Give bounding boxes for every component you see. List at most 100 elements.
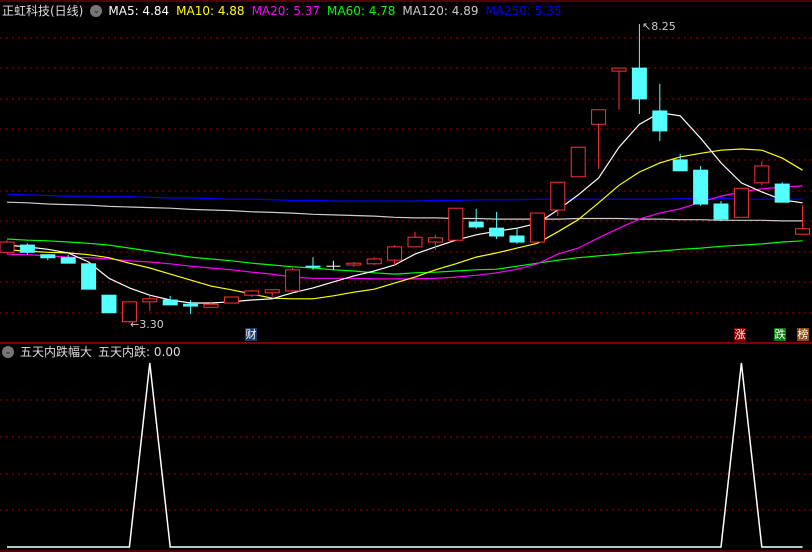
candle	[407, 231, 423, 248]
candle-body	[244, 290, 260, 296]
candle-body	[611, 67, 627, 72]
ma120-line	[6, 201, 803, 222]
candle-body	[550, 181, 566, 211]
candle-body	[795, 228, 811, 235]
candlesticks[interactable]	[0, 24, 811, 323]
candle-body	[448, 207, 464, 241]
candle-body	[0, 241, 15, 253]
candle-body	[468, 221, 484, 228]
candle	[101, 294, 117, 314]
candle	[652, 83, 668, 142]
candle-body	[346, 262, 362, 266]
candle	[366, 257, 382, 265]
indicator-pane	[7, 362, 803, 548]
candle-body	[162, 299, 178, 306]
candle	[733, 187, 749, 218]
ma120-label: MA120: 4.89	[402, 4, 479, 18]
chevron-down-icon[interactable]: ⌄	[90, 5, 103, 17]
ma60-line	[6, 238, 803, 275]
candle-body	[40, 254, 56, 259]
ma10-label: MA10: 4.88	[176, 4, 245, 18]
candle-body	[407, 236, 423, 248]
finance-tag[interactable]: 财	[245, 328, 257, 341]
candle-body	[693, 169, 709, 205]
ma10-line	[6, 148, 803, 300]
candle	[40, 254, 56, 261]
indicator-line	[7, 362, 803, 548]
candle-body	[101, 294, 117, 314]
candle	[0, 240, 15, 255]
candle-body	[489, 227, 505, 237]
candle-body	[631, 67, 647, 100]
rise-rank-tag[interactable]: 涨	[734, 328, 746, 341]
candle-body	[60, 257, 76, 264]
ma250-label: MA250: 5.35	[485, 4, 562, 18]
candle	[713, 200, 729, 221]
candle	[448, 207, 464, 241]
candle	[326, 260, 341, 270]
candle	[162, 295, 178, 306]
candle	[81, 263, 97, 290]
candle	[529, 212, 545, 243]
candle-body	[81, 263, 97, 290]
candle	[509, 228, 525, 244]
candle-body	[264, 289, 280, 294]
ma60-label: MA60: 4.78	[327, 4, 396, 18]
candle	[19, 243, 35, 255]
candle-body	[652, 110, 668, 132]
candle	[693, 165, 709, 206]
candle-body	[591, 109, 607, 125]
candle-body	[754, 165, 770, 184]
candle	[346, 261, 362, 267]
high-price-annotation: ↖8.25	[642, 20, 676, 33]
ma20-line	[6, 185, 803, 280]
candle	[285, 268, 301, 292]
moving-averages	[6, 112, 803, 304]
candle	[774, 182, 790, 203]
candle-body	[570, 146, 586, 178]
candle-body	[366, 258, 382, 265]
indicator-value: 五天内跌: 0.00	[98, 345, 181, 359]
chart-header: 正虹科技(日线) ⌄ MA5: 4.84 MA10: 4.88 MA20: 5.…	[2, 3, 569, 19]
candle	[795, 205, 811, 235]
ma250-line	[6, 193, 803, 202]
candle-body	[713, 203, 729, 220]
candle	[60, 254, 76, 264]
fall-rank-tag[interactable]: 跌	[774, 328, 786, 341]
candle-body	[183, 303, 199, 307]
candle	[223, 296, 239, 304]
candle	[264, 289, 280, 298]
candle	[754, 161, 770, 186]
candle-body	[305, 265, 321, 268]
candle-body	[672, 159, 688, 172]
candle-body	[19, 244, 35, 253]
candle	[489, 211, 505, 240]
candle-body	[509, 235, 525, 243]
grid-lines	[0, 0, 812, 552]
chevron-down-icon[interactable]: ⌄	[2, 346, 14, 358]
ma20-label: MA20: 5.37	[251, 4, 320, 18]
candle	[427, 234, 443, 250]
high-price: 8.25	[651, 20, 676, 33]
candle	[591, 109, 607, 169]
rank-tag[interactable]: 榜	[797, 328, 809, 341]
stock-chart[interactable]	[0, 0, 812, 552]
candle-body	[285, 269, 301, 292]
stock-title: 正虹科技(日线)	[2, 4, 84, 18]
indicator-title: 五天内跌幅大	[20, 345, 93, 359]
candle-body	[142, 298, 158, 303]
ma5-label: MA5: 4.84	[108, 4, 170, 18]
candle-body	[427, 237, 443, 243]
candle-body	[733, 187, 749, 218]
candle	[570, 146, 586, 178]
low-price-annotation: ←3.30	[130, 318, 164, 331]
candle-body	[203, 303, 219, 308]
candle	[631, 24, 647, 114]
candle-body	[387, 246, 403, 261]
candle	[244, 289, 260, 298]
candle	[142, 295, 158, 311]
low-price: 3.30	[139, 318, 164, 331]
candle-body	[774, 183, 790, 203]
candle	[611, 67, 627, 110]
candle-body	[529, 212, 545, 243]
